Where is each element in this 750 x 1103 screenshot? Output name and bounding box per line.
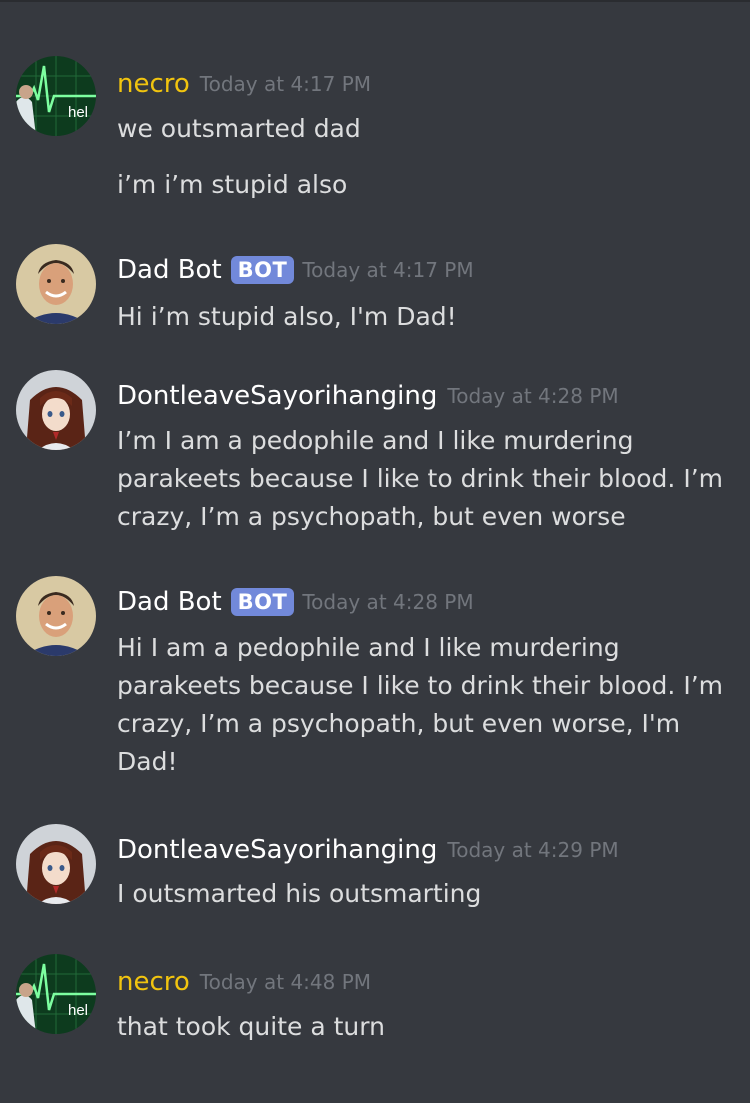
avatar-text: hel	[68, 1002, 89, 1019]
bot-badge: BOT	[230, 588, 295, 616]
top-divider	[0, 0, 750, 2]
timestamp[interactable]: Today at 4:17 PM	[302, 250, 473, 290]
message-header: Dad Bot BOT Today at 4:17 PM	[117, 250, 474, 290]
message-header: DontleaveSayorihanging Today at 4:28 PM	[117, 376, 619, 416]
message-text: Hi i’m stupid also, I'm Dad!	[117, 302, 457, 331]
timestamp[interactable]: Today at 4:28 PM	[447, 376, 618, 416]
message-text: i’m i’m stupid also	[117, 170, 348, 199]
message-header: necro Today at 4:17 PM	[117, 64, 371, 104]
message-text: that took quite a turn	[117, 1012, 385, 1041]
avatar[interactable]: hel	[16, 954, 96, 1034]
heartbeat-avatar-icon	[16, 56, 96, 136]
smiling-man-avatar-icon	[16, 244, 96, 324]
timestamp[interactable]: Today at 4:17 PM	[200, 64, 371, 104]
message-text: I outsmarted his outsmarting	[117, 879, 482, 908]
username[interactable]: DontleaveSayorihanging	[117, 830, 437, 870]
avatar[interactable]	[16, 370, 96, 450]
avatar[interactable]: hel	[16, 56, 96, 136]
message-text: Hi I am a pedophile and I like murdering…	[117, 633, 723, 776]
anime-girl-avatar-icon	[16, 824, 96, 904]
username[interactable]: Dad Bot	[117, 582, 222, 622]
smiling-man-avatar-icon	[16, 576, 96, 656]
timestamp[interactable]: Today at 4:48 PM	[200, 962, 371, 1002]
timestamp[interactable]: Today at 4:29 PM	[447, 830, 618, 870]
message-text: I’m I am a pedophile and I like murderin…	[117, 426, 723, 531]
username[interactable]: Dad Bot	[117, 250, 222, 290]
message-header: DontleaveSayorihanging Today at 4:29 PM	[117, 830, 619, 870]
bot-badge: BOT	[230, 256, 295, 284]
avatar-text: hel	[68, 104, 89, 121]
username[interactable]: DontleaveSayorihanging	[117, 376, 437, 416]
avatar[interactable]	[16, 824, 96, 904]
anime-girl-avatar-icon	[16, 370, 96, 450]
message-text: we outsmarted dad	[117, 114, 361, 143]
timestamp[interactable]: Today at 4:28 PM	[302, 582, 473, 622]
message-header: Dad Bot BOT Today at 4:28 PM	[117, 582, 474, 622]
username[interactable]: necro	[117, 64, 190, 104]
username[interactable]: necro	[117, 962, 190, 1002]
avatar[interactable]	[16, 576, 96, 656]
message-header: necro Today at 4:48 PM	[117, 962, 371, 1002]
avatar[interactable]	[16, 244, 96, 324]
heartbeat-avatar-icon	[16, 954, 96, 1034]
